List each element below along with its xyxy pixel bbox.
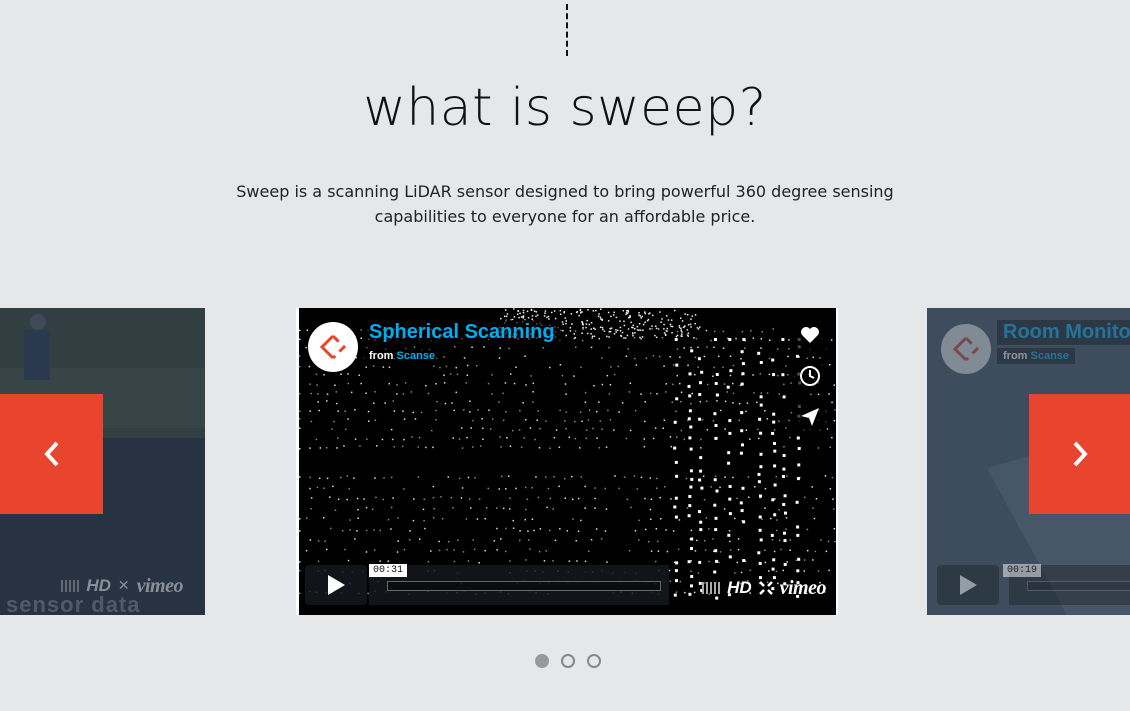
chevron-left-icon (43, 441, 58, 467)
slide-active-video[interactable]: Spherical Scanning from Scanse 00:31 HD (296, 308, 838, 615)
page-description: Sweep is a scanning LiDAR sensor designe… (236, 182, 894, 226)
progress-bar[interactable] (369, 565, 669, 605)
vimeo-logo[interactable]: vimeo (780, 577, 827, 600)
carousel-pagination (535, 654, 601, 668)
dashed-divider (566, 4, 568, 56)
scanse-logo-icon (319, 334, 347, 360)
play-button[interactable] (305, 565, 367, 605)
vimeo-logo[interactable]: vimeo (137, 575, 184, 598)
video-byline: from Scanse (363, 348, 442, 364)
play-icon (328, 575, 345, 595)
chevron-right-icon (1073, 441, 1088, 467)
progress-track[interactable] (387, 581, 661, 591)
heart-icon (801, 327, 819, 343)
carousel-dot-3[interactable] (587, 654, 601, 668)
channel-avatar[interactable] (941, 324, 991, 374)
hd-label[interactable]: HD (727, 578, 752, 598)
carousel-prev-button[interactable] (0, 394, 103, 514)
share-button[interactable] (793, 400, 827, 434)
carousel-dot-1[interactable] (535, 654, 549, 668)
volume-icon[interactable] (702, 582, 721, 594)
slide-caption: sensor data (6, 592, 141, 615)
scanse-logo-icon (952, 336, 980, 362)
author-link[interactable]: Scanse (397, 350, 436, 362)
time-tooltip: 00:19 (1003, 564, 1042, 577)
clock-icon (800, 366, 820, 386)
author-link[interactable]: Scanse (1031, 350, 1070, 362)
video-byline: from Scanse (997, 348, 1076, 364)
play-icon (960, 575, 977, 595)
page-title: what is sweep? (363, 78, 767, 138)
like-button[interactable] (793, 318, 827, 352)
video-title[interactable]: Room Monito (997, 320, 1130, 345)
channel-avatar[interactable] (308, 322, 358, 372)
carousel-next-button[interactable] (1029, 394, 1130, 514)
play-button[interactable] (937, 565, 999, 605)
video-title[interactable]: Spherical Scanning (363, 320, 561, 345)
fullscreen-icon[interactable] (758, 581, 773, 595)
player-controls: HD vimeo (702, 575, 827, 601)
watch-later-button[interactable] (793, 359, 827, 393)
time-tooltip: 00:31 (369, 564, 408, 577)
progress-track[interactable] (1027, 581, 1130, 591)
from-label: from (369, 350, 394, 362)
carousel-dot-2[interactable] (561, 654, 575, 668)
from-label: from (1003, 350, 1028, 362)
volume-icon (61, 580, 80, 592)
send-icon (801, 408, 819, 426)
